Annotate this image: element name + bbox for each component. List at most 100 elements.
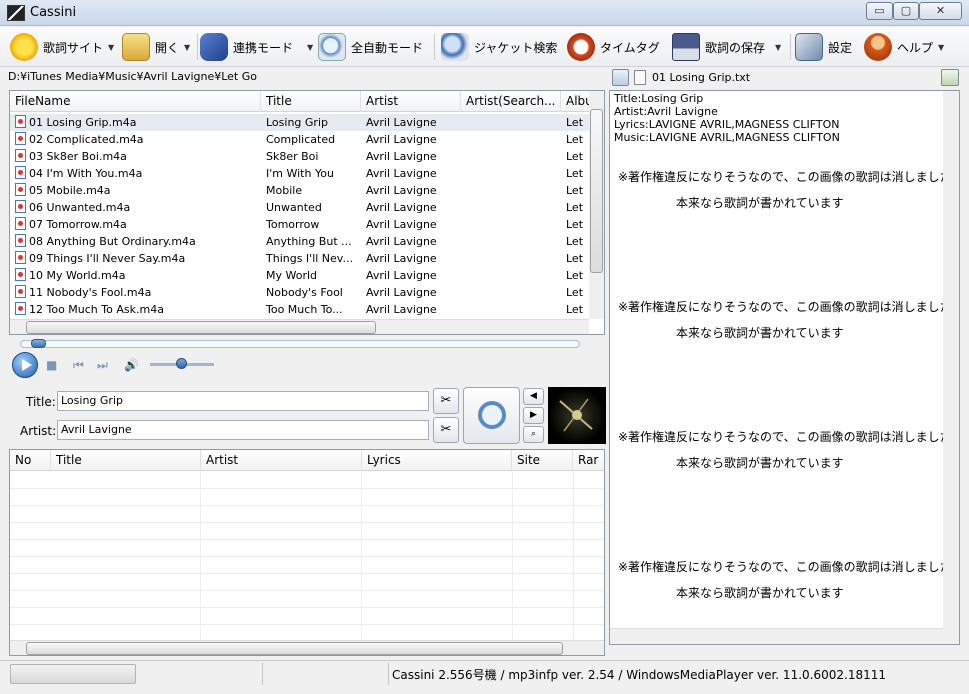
seek-knob[interactable] [30, 339, 46, 348]
clear-artist-button[interactable]: ✂ [433, 417, 459, 443]
audio-file-icon [15, 166, 26, 179]
file-table-hscroll[interactable] [10, 319, 589, 334]
file-table-vscroll[interactable] [589, 91, 604, 319]
jacket-next-button[interactable]: ▶ [523, 407, 544, 424]
magnifier-icon [478, 401, 506, 429]
folder-icon [122, 33, 150, 61]
table-row[interactable]: 03 Sk8er Boi.m4a Sk8er Boi Avril Lavigne… [10, 148, 590, 165]
table-row[interactable]: 11 Nobody's Fool.m4a Nobody's Fool Avril… [10, 284, 590, 301]
lyrics-mode-icon[interactable] [612, 69, 629, 86]
title-bar [0, 0, 969, 26]
table-row[interactable]: 02 Complicated.m4a Complicated Avril Lav… [10, 131, 590, 148]
lyrics-search-button[interactable] [463, 387, 520, 444]
previous-icon[interactable]: ⏮ [73, 358, 84, 373]
filename-text: 06 Unwanted.m4a [29, 201, 131, 214]
chevron-down-icon[interactable]: ▼ [307, 43, 313, 52]
table-row[interactable]: 01 Losing Grip.m4a Losing Grip Avril Lav… [10, 114, 590, 131]
title-cell: Unwanted [266, 201, 322, 214]
result-grid [10, 472, 604, 640]
jacket-image [548, 387, 606, 444]
chevron-down-icon[interactable]: ▼ [775, 43, 781, 52]
chevron-down-icon[interactable]: ▼ [938, 43, 944, 52]
column-header-artist[interactable]: Artist [201, 450, 362, 471]
scissors-icon: ✂ [440, 393, 452, 408]
jacket-search-button[interactable]: ジャケット検索 [441, 31, 557, 63]
close-button[interactable]: ✕ [919, 2, 962, 20]
column-header-title[interactable]: Title [261, 91, 361, 112]
album-cell: Let [566, 116, 584, 129]
table-row[interactable]: 04 I'm With You.m4a I'm With You Avril L… [10, 165, 590, 182]
table-row[interactable]: 09 Things I'll Never Say.m4a Things I'll… [10, 250, 590, 267]
grid-line [512, 472, 513, 640]
artist-field[interactable]: Avril Lavigne [57, 420, 429, 440]
help-button[interactable]: ヘルプ ▼ [864, 31, 944, 63]
vscroll-thumb[interactable] [590, 109, 603, 273]
prev-icon: ◀ [530, 391, 537, 401]
next-icon[interactable]: ⏭ [97, 358, 108, 373]
title-cell: Sk8er Boi [266, 150, 319, 163]
audio-file-icon [15, 234, 26, 247]
album-cell: Let [566, 235, 584, 248]
chevron-down-icon[interactable]: ▼ [108, 43, 114, 52]
auto-mode-button[interactable]: 全自動モード [318, 31, 423, 63]
hscroll-thumb[interactable] [26, 642, 563, 655]
jacket-zoom-button[interactable]: ⌕ [523, 426, 544, 443]
save-lyrics-button[interactable]: 歌詞の保存 ▼ [672, 31, 781, 63]
maximize-button[interactable]: ▢ [893, 2, 919, 20]
filename-text: 09 Things I'll Never Say.m4a [29, 252, 186, 265]
filename-cell: 01 Losing Grip.m4a [10, 114, 261, 131]
column-header-artist-search[interactable]: Artist(Search... [461, 91, 561, 112]
title-cell: Mobile [266, 184, 303, 197]
settings-button[interactable]: 設定 [795, 31, 852, 63]
stop-icon[interactable]: ■ [46, 358, 57, 372]
table-row[interactable]: 05 Mobile.m4a Mobile Avril Lavigne Let [10, 182, 590, 199]
filename-text: 03 Sk8er Boi.m4a [29, 150, 127, 163]
filename-cell: 11 Nobody's Fool.m4a [10, 284, 261, 301]
lyrics-hscroll[interactable] [610, 628, 943, 644]
filename-text: 11 Nobody's Fool.m4a [29, 286, 152, 299]
table-row[interactable]: 06 Unwanted.m4a Unwanted Avril Lavigne L… [10, 199, 590, 216]
table-row[interactable]: 12 Too Much To Ask.m4a Too Much To... Av… [10, 301, 590, 318]
volume-knob[interactable] [176, 358, 188, 369]
status-separator [388, 663, 389, 685]
column-header-rank[interactable]: Rar [573, 450, 604, 471]
table-row[interactable]: 07 Tomorrow.m4a Tomorrow Avril Lavigne L… [10, 216, 590, 233]
lyrics-vscroll[interactable] [943, 91, 959, 644]
minimize-button[interactable]: ▭ [866, 2, 893, 20]
time-tag-button[interactable]: タイムタグ [567, 31, 660, 63]
play-button[interactable] [12, 352, 38, 378]
volume-icon[interactable]: 🔊 [124, 358, 139, 372]
column-header-lyrics[interactable]: Lyrics [362, 450, 512, 471]
filename-text: 07 Tomorrow.m4a [29, 218, 127, 231]
table-row[interactable]: 08 Anything But Ordinary.m4a Anything Bu… [10, 233, 590, 250]
version-info: Cassini 2.556号機 / mp3infp ver. 2.54 / Wi… [392, 668, 886, 682]
filename-text: 05 Mobile.m4a [29, 184, 111, 197]
lyrics-editor[interactable]: Title:Losing Grip Artist:Avril Lavigne L… [609, 90, 960, 645]
title-cell: Complicated [266, 133, 336, 146]
seek-bar[interactable] [20, 340, 580, 348]
column-header-title[interactable]: Title [51, 450, 201, 471]
hscroll-thumb[interactable] [26, 321, 376, 334]
open-label: 開く [155, 40, 180, 55]
column-header-no[interactable]: No [10, 450, 51, 471]
table-row[interactable]: 10 My World.m4a My World Avril Lavigne L… [10, 267, 590, 284]
clear-title-button[interactable]: ✂ [433, 388, 459, 414]
column-header-site[interactable]: Site [512, 450, 573, 471]
lyrics-lyricist-line: Lyrics:LAVIGNE AVRIL,MAGNESS CLIFTON [614, 118, 840, 131]
column-header-artist[interactable]: Artist [361, 91, 461, 112]
link-mode-button[interactable]: 連携モード ▼ [200, 31, 313, 63]
jacket-prev-button[interactable]: ◀ [523, 388, 544, 405]
open-button[interactable]: 開く ▼ [122, 31, 190, 63]
column-header-album[interactable]: Albu [561, 91, 590, 112]
toolbar-separator [790, 34, 791, 60]
column-header-filename[interactable]: FileName [10, 91, 261, 112]
star-icon [10, 33, 38, 61]
result-table-hscroll[interactable] [10, 640, 604, 655]
lyrics-site-button[interactable]: 歌詞サイト ▼ [10, 31, 114, 63]
filename-cell: 09 Things I'll Never Say.m4a [10, 250, 261, 267]
artist-cell: Avril Lavigne [366, 252, 437, 265]
artist-search-cell [461, 250, 561, 267]
exit-panel-icon[interactable] [941, 69, 959, 86]
title-field[interactable]: Losing Grip [57, 391, 429, 411]
chevron-down-icon[interactable]: ▼ [184, 43, 190, 52]
